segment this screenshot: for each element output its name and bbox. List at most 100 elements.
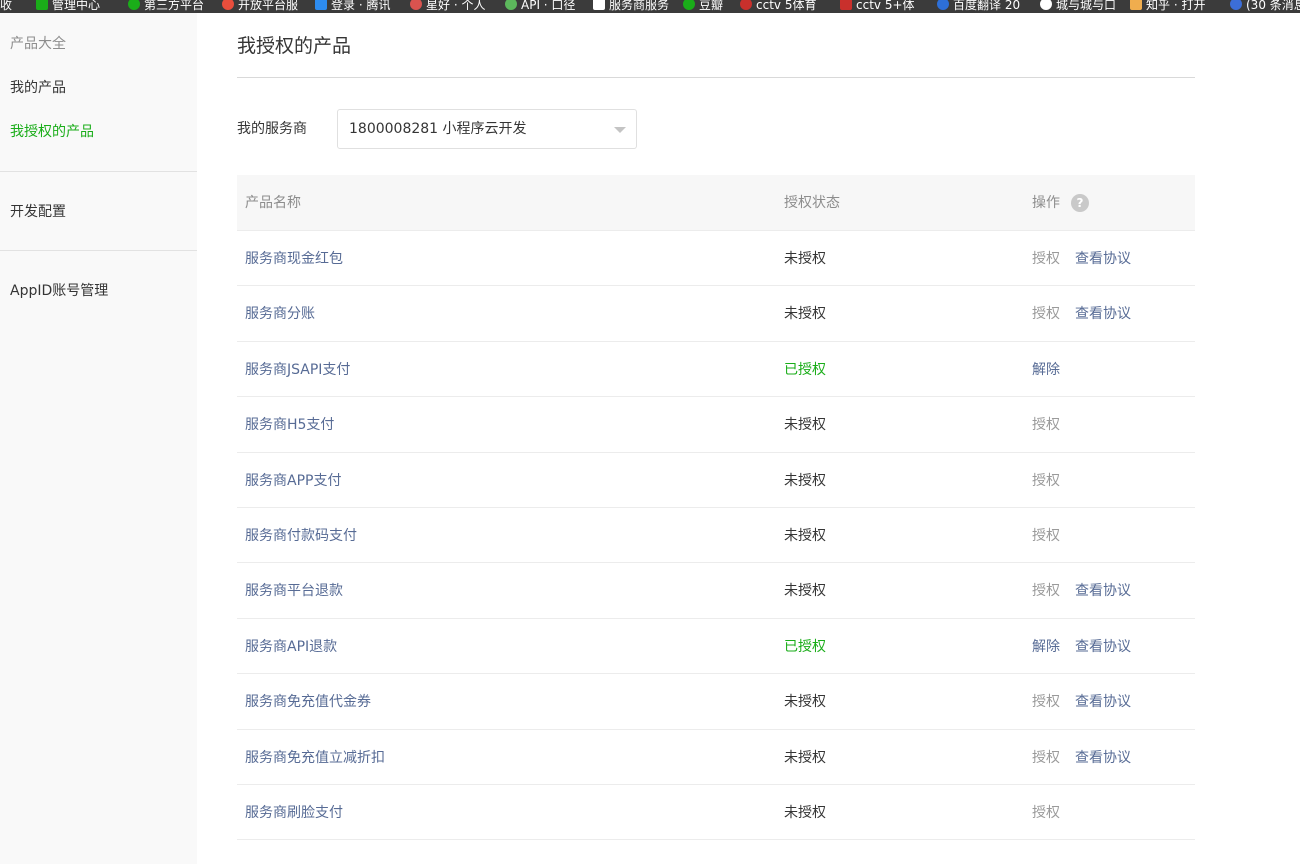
bookmark-favicon-icon — [683, 0, 695, 10]
auth-status: 未授权 — [784, 417, 826, 434]
products-table: 产品名称 授权状态 操作 ? 服务商现金红包 未授权 授权 查看协议 服务商分账 未授权授… — [237, 175, 1195, 841]
authorize-button[interactable]: 授权 — [1032, 692, 1060, 712]
page-title: 我授权的产品 — [237, 35, 352, 57]
table-row: 服务商JSAPI支付 已授权 解除 — [237, 342, 1195, 398]
bookmark-label: (30 条消息 — [1246, 0, 1300, 12]
bookmark-favicon-icon — [505, 0, 517, 10]
sidebar-item-appid-manage[interactable]: AppID账号管理 — [10, 281, 108, 301]
bookmark-favicon-icon — [840, 0, 852, 10]
bookmark-label: cctv 5+体 — [856, 0, 915, 12]
auth-status: 已授权 — [784, 361, 826, 378]
auth-status: 已授权 — [784, 638, 826, 655]
auth-status: 未授权 — [784, 694, 826, 711]
bookmark-item[interactable]: 登录 · 腾讯 — [315, 0, 390, 12]
bookmark-favicon-icon — [410, 0, 422, 10]
table-row: 服务商H5支付 未授权 授权 — [237, 397, 1195, 453]
auth-status: 未授权 — [784, 472, 826, 489]
bookmark-favicon-icon — [222, 0, 234, 10]
bookmark-favicon-icon — [1040, 0, 1052, 10]
bookmark-item[interactable]: 豆瓣 — [683, 0, 723, 12]
sidebar-group-title: 产品大全 — [10, 36, 66, 52]
authorize-button[interactable]: 授权 — [1032, 304, 1060, 324]
authorize-button[interactable]: 授权 — [1032, 803, 1060, 823]
product-name-link[interactable]: 服务商H5支付 — [245, 415, 334, 435]
view-agreement-link[interactable]: 查看协议 — [1075, 748, 1131, 768]
sidebar-item-dev-config[interactable]: 开发配置 — [10, 202, 66, 222]
table-row: 服务商现金红包 未授权 授权 查看协议 — [237, 231, 1195, 287]
product-name-link[interactable]: 服务商JSAPI支付 — [245, 360, 350, 380]
product-name-link[interactable]: 服务商API退款 — [245, 637, 337, 657]
revoke-button[interactable]: 解除 — [1032, 637, 1060, 657]
bookmark-item[interactable]: 百度翻译 20 — [937, 0, 1020, 12]
header-product-name: 产品名称 — [245, 195, 301, 211]
auth-status: 未授权 — [784, 749, 826, 766]
bookmark-item[interactable]: 收 — [0, 0, 12, 12]
bookmark-favicon-icon — [128, 0, 140, 10]
table-header: 产品名称 授权状态 操作 ? — [237, 175, 1195, 231]
sidebar-divider — [0, 250, 197, 251]
auth-status: 未授权 — [784, 804, 826, 821]
table-row: 服务商付款码支付 未授权 授权 — [237, 508, 1195, 564]
product-name-link[interactable]: 服务商付款码支付 — [245, 526, 357, 546]
bookmark-label: cctv 5体育 — [756, 0, 817, 12]
bookmark-item[interactable]: 开放平台服 — [222, 0, 298, 12]
bookmark-label: 知乎 · 打开 — [1146, 0, 1206, 12]
product-name-link[interactable]: 服务商APP支付 — [245, 471, 341, 491]
bookmark-item[interactable]: 知乎 · 打开 — [1130, 0, 1205, 12]
authorize-button[interactable]: 授权 — [1032, 748, 1060, 768]
sidebar-item-my-authorized-products[interactable]: 我授权的产品 — [10, 122, 94, 142]
provider-select-value: 1800008281 小程序云开发 — [349, 121, 527, 137]
title-divider — [237, 77, 1195, 78]
product-name-link[interactable]: 服务商现金红包 — [245, 249, 343, 269]
view-agreement-link[interactable]: 查看协议 — [1075, 637, 1131, 657]
bookmark-favicon-icon — [740, 0, 752, 10]
bookmark-item[interactable]: cctv 5体育 — [740, 0, 816, 12]
bookmark-label: 豆瓣 — [699, 0, 724, 12]
bookmark-favicon-icon — [1130, 0, 1142, 10]
view-agreement-link[interactable]: 查看协议 — [1075, 249, 1131, 269]
authorize-button[interactable]: 授权 — [1032, 249, 1060, 269]
bookmark-item[interactable]: (30 条消息 — [1230, 0, 1300, 12]
view-agreement-link[interactable]: 查看协议 — [1075, 581, 1131, 601]
bookmark-label: 管理中心 — [52, 0, 101, 12]
sidebar: 产品大全 我的产品 我授权的产品 开发配置 AppID账号管理 — [0, 13, 197, 864]
auth-status: 未授权 — [784, 527, 826, 544]
bookmark-label: 第三方平台 — [144, 0, 205, 12]
bookmark-label: 星好 · 个人 — [426, 0, 486, 12]
authorize-button[interactable]: 授权 — [1032, 415, 1060, 435]
bookmarks-bar: 收 管理中心 第三方平台 开放平台服 登录 · 腾讯 星好 · 个人 API · 口径 服务商… — [0, 0, 1300, 13]
bookmark-item[interactable]: API · 口径 — [505, 0, 575, 12]
bookmark-favicon-icon — [593, 0, 605, 10]
bookmark-item[interactable]: 第三方平台 — [128, 0, 204, 12]
product-name-link[interactable]: 服务商刷脸支付 — [245, 803, 343, 823]
bookmark-label: 百度翻译 20 — [953, 0, 1021, 12]
table-row: 服务商APP支付 未授权 授权 — [237, 453, 1195, 508]
bookmark-item[interactable]: 服务商服务 — [593, 0, 669, 12]
help-icon[interactable]: ? — [1071, 194, 1089, 212]
product-name-link[interactable]: 服务商分账 — [245, 304, 315, 324]
sidebar-item-my-products[interactable]: 我的产品 — [10, 78, 66, 98]
authorize-button[interactable]: 授权 — [1032, 581, 1060, 601]
auth-status: 未授权 — [784, 306, 826, 323]
auth-status: 未授权 — [784, 251, 826, 267]
bookmark-label: 城与城与口 — [1056, 0, 1117, 12]
table-body: 服务商现金红包 未授权 授权 查看协议 服务商分账 未授权 授权 查看协议 服务商JSAPI支付… — [237, 231, 1195, 841]
bookmark-label: 收 — [0, 0, 13, 12]
view-agreement-link[interactable]: 查看协议 — [1075, 692, 1131, 712]
provider-select[interactable]: 1800008281 小程序云开发 — [337, 109, 637, 149]
table-row: 服务商免充值立减折扣 未授权 授权 查看协议 — [237, 730, 1195, 785]
authorize-button[interactable]: 授权 — [1032, 471, 1060, 491]
bookmark-item[interactable]: cctv 5+体 — [840, 0, 915, 12]
bookmark-item[interactable]: 管理中心 — [36, 0, 100, 12]
bookmark-favicon-icon — [1230, 0, 1242, 10]
product-name-link[interactable]: 服务商免充值立减折扣 — [245, 748, 385, 768]
bookmark-item[interactable]: 城与城与口 — [1040, 0, 1116, 12]
product-name-link[interactable]: 服务商免充值代金券 — [245, 692, 371, 712]
view-agreement-link[interactable]: 查看协议 — [1075, 304, 1131, 324]
product-name-link[interactable]: 服务商平台退款 — [245, 581, 343, 601]
sidebar-divider — [0, 171, 197, 172]
authorize-button[interactable]: 授权 — [1032, 526, 1060, 546]
revoke-button[interactable]: 解除 — [1032, 360, 1060, 380]
table-row: 服务商免充值代金券 未授权 授权 查看协议 — [237, 674, 1195, 730]
bookmark-item[interactable]: 星好 · 个人 — [410, 0, 485, 12]
